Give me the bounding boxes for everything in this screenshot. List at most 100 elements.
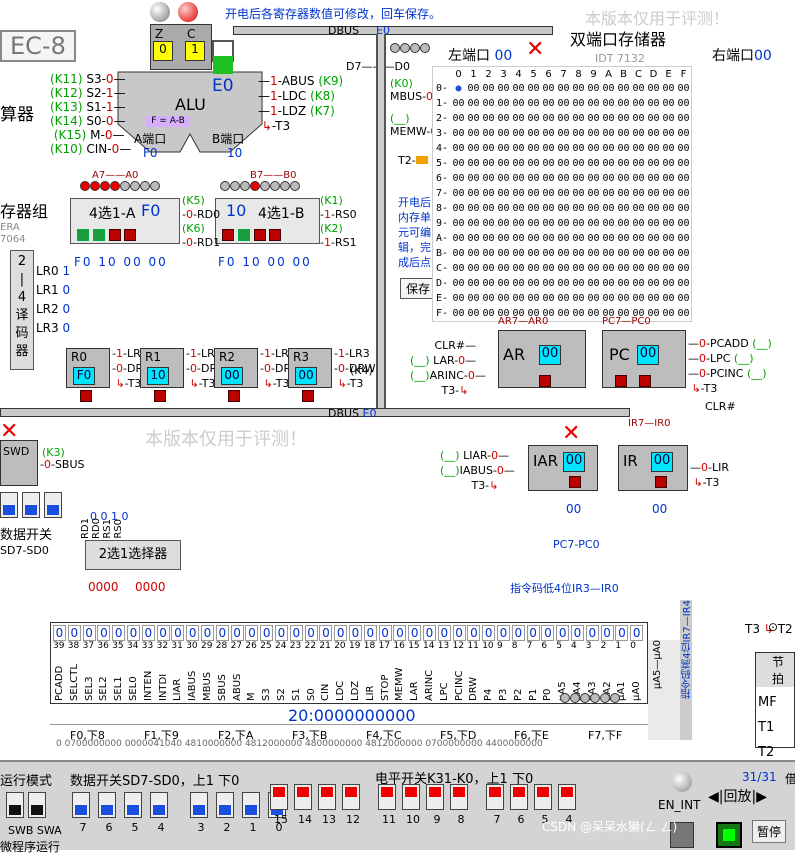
ctrl-bit[interactable]: 0 [408,625,422,641]
memory-cell[interactable]: 00 [661,126,676,141]
memory-cell[interactable]: 00 [481,201,496,216]
memory-cell[interactable]: 00 [616,126,631,141]
memory-cell[interactable]: 00 [571,246,586,261]
ctrl-bit[interactable]: 0 [304,625,318,641]
memory-cell[interactable]: 00 [451,216,466,231]
memory-cell[interactable]: 00 [616,171,631,186]
memory-cell[interactable]: 00 [526,96,541,111]
reg-value[interactable]: 10 [147,367,169,385]
memory-cell[interactable]: 00 [541,126,556,141]
memory-cell[interactable]: 00 [661,201,676,216]
memory-cell[interactable]: 00 [616,201,631,216]
memory-cell[interactable]: 00 [451,246,466,261]
ctrl-bit[interactable]: 0 [526,625,540,641]
memory-cell[interactable]: 00 [676,156,691,171]
ctrl-bit[interactable]: 0 [334,625,348,641]
memory-cell[interactable]: 00 [556,111,571,126]
memory-cell[interactable]: 00 [466,261,481,276]
memory-cell[interactable]: 00 [586,186,601,201]
memory-cell[interactable]: 00 [511,81,526,96]
ctrl-bit[interactable]: 0 [423,625,436,641]
ctrl-bit[interactable]: 0 [230,625,244,641]
memory-cell[interactable]: 00 [466,276,481,291]
memory-cell[interactable]: 00 [496,126,511,141]
memory-cell[interactable]: 00 [466,141,481,156]
memory-row[interactable]: 1- 00 00 00 00 00 00 00 00 00 00 00 00 00 00 00 00 [433,96,691,111]
level-switch[interactable]: 8 [450,784,472,826]
memory-cell[interactable]: 00 [496,246,511,261]
memory-cell[interactable]: 00 [466,156,481,171]
memory-cell[interactable]: 00 [676,261,691,276]
memory-cell[interactable]: 00 [451,291,466,306]
memory-row[interactable]: E- 00 00 00 00 00 00 00 00 00 00 00 00 00 00 00 00 [433,291,691,306]
memory-cell[interactable]: 00 [526,201,541,216]
memory-cell[interactable]: 00 [646,261,661,276]
memory-cell[interactable]: 00 [541,246,556,261]
memory-grid[interactable]: 0 1 2 3 4 5 6 7 8 9 A B C D E F 0- ● 00 00 00 00 00 00 00 00 00 00 0… [432,66,692,322]
memory-cell[interactable]: 00 [601,201,616,216]
memory-cell[interactable]: 00 [646,186,661,201]
pause-button[interactable]: 暂停 [752,820,787,843]
memory-cell[interactable]: 00 [511,156,526,171]
memory-cell[interactable]: 00 [451,141,466,156]
iar-value[interactable]: 00 [563,452,585,472]
ctrl-bit[interactable]: 0 [556,625,570,641]
ctrl-bit[interactable]: 0 [319,625,333,641]
memory-cell[interactable]: 00 [586,171,601,186]
memory-cell[interactable]: 00 [586,216,601,231]
memory-cell[interactable]: 00 [511,126,526,141]
memory-cell[interactable]: 00 [646,171,661,186]
ctrl-bit[interactable]: 0 [97,625,111,641]
memory-cell[interactable]: 00 [586,81,601,96]
memory-cell[interactable]: 00 [586,141,601,156]
memory-row[interactable]: 3- 00 00 00 00 00 00 00 00 00 00 00 00 00 00 00 00 [433,126,691,141]
memory-cell[interactable]: 00 [631,141,646,156]
memory-cell[interactable]: 00 [511,231,526,246]
memory-cell[interactable]: 00 [646,216,661,231]
memory-cell[interactable]: 00 [481,276,496,291]
memory-cell[interactable]: 00 [526,246,541,261]
memory-cell[interactable]: 00 [541,156,556,171]
memory-row[interactable]: D- 00 00 00 00 00 00 00 00 00 00 00 00 00 00 00 00 [433,276,691,291]
memory-cell[interactable]: 00 [646,141,661,156]
memory-cell[interactable]: 00 [646,111,661,126]
memory-cell[interactable]: 00 [676,216,691,231]
memory-cell[interactable]: 00 [616,141,631,156]
memory-cell[interactable]: 00 [571,306,586,321]
memory-cell[interactable]: 00 [496,186,511,201]
memory-row[interactable]: F- 00 00 00 00 00 00 00 00 00 00 00 00 00 00 00 00 [433,306,691,321]
ctrl-bit[interactable]: 0 [215,625,229,641]
level-switch[interactable]: 9 [426,784,448,826]
memory-cell[interactable]: 00 [556,81,571,96]
memory-row[interactable]: 5- 00 00 00 00 00 00 00 00 00 00 00 00 00 00 00 00 [433,156,691,171]
memory-cell[interactable]: 00 [676,231,691,246]
memory-cell[interactable]: 00 [481,306,496,321]
memory-cell[interactable]: 00 [661,276,676,291]
memory-cell[interactable]: 00 [466,186,481,201]
memory-cell[interactable]: 00 [646,156,661,171]
memory-cell[interactable]: 00 [556,141,571,156]
memory-cell[interactable]: 00 [481,261,496,276]
memory-cell[interactable]: 00 [601,126,616,141]
memory-cell[interactable]: 00 [676,81,691,96]
memory-cell[interactable]: 00 [526,216,541,231]
memory-cell[interactable]: 00 [526,126,541,141]
memory-cell[interactable]: 00 [541,276,556,291]
memory-cell[interactable]: 00 [586,291,601,306]
memory-cell[interactable]: 00 [556,231,571,246]
memory-cell[interactable]: 00 [466,306,481,321]
memory-cell[interactable]: 00 [586,276,601,291]
memory-cell[interactable]: 00 [646,246,661,261]
ctrl-bit[interactable]: 0 [156,625,170,641]
memory-cell[interactable]: 00 [556,126,571,141]
memory-cell[interactable]: 00 [481,96,496,111]
memory-cell[interactable]: 00 [571,201,586,216]
data-switch[interactable]: 3 [190,792,212,834]
ctrl-bit[interactable]: 0 [511,625,525,641]
memory-cell[interactable]: 00 [451,171,466,186]
memory-cell[interactable]: 00 [571,111,586,126]
memory-cell[interactable]: 00 [586,126,601,141]
memory-cell[interactable]: 00 [451,231,466,246]
memory-cell[interactable]: 00 [511,111,526,126]
memory-cell[interactable]: 00 [601,261,616,276]
